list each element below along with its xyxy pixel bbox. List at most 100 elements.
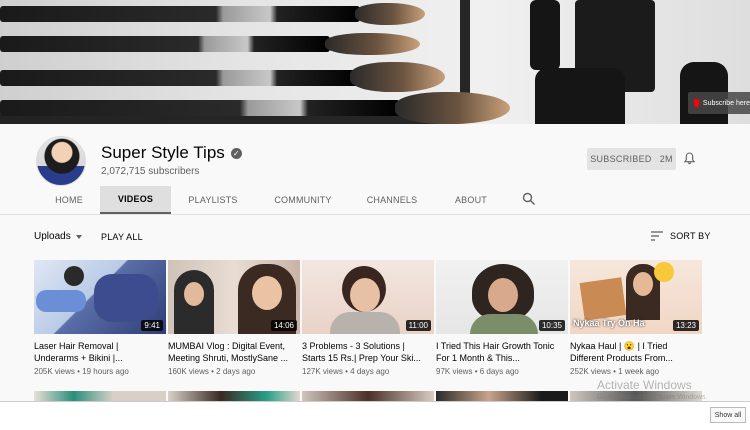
tab-home[interactable]: HOME [38,186,100,214]
video-age: 19 hours ago [82,367,129,376]
subscribed-button[interactable]: SUBSCRIBED 2M [587,148,676,170]
brush-decoration [0,36,330,52]
video-title-line: Starts 15 Rs.| Prep Your Ski... [302,353,421,363]
video-meta: 160K views • 2 days ago [168,367,256,376]
video-thumbnail[interactable]: 9:41 [34,260,166,334]
video-meta: 205K views • 19 hours ago [34,367,129,376]
video-duration: 9:41 [141,320,163,331]
thumbnail-figure [633,272,653,296]
thumbnail-figure [36,290,86,312]
play-all-button[interactable]: PLAY ALL [101,232,143,242]
thumbnail-caption: Nykaa Try On Ha [573,318,645,328]
tab-community[interactable]: COMMUNITY [255,186,351,214]
video-title-line: Meeting Shruti, MostlySane ... [168,353,289,363]
video-meta: 252K views • 1 week ago [570,367,660,376]
video-title[interactable]: Nykaa Haul | 😮 | I Tried Different Produ… [570,340,702,364]
video-views: 97K views [436,367,473,376]
video-views: 127K views [302,367,343,376]
banner-subscribe-link[interactable]: Subscribe here [688,92,750,114]
sort-by-button[interactable]: SORT BY [651,231,711,241]
sort-by-label: SORT BY [670,231,711,241]
brush-decoration [0,100,400,116]
video-duration: 13:23 [672,320,699,331]
video-age: 1 week ago [618,367,660,376]
tab-playlists[interactable]: PLAYLISTS [171,186,255,214]
uploads-dropdown[interactable]: Uploads [34,231,82,242]
channel-header: Super Style Tips ✓ 2,072,715 subscribers… [0,124,750,214]
video-meta: 127K views • 4 days ago [302,367,390,376]
video-title[interactable]: I Tried This Hair Growth Tonic For 1 Mon… [436,340,568,364]
youtube-logo-icon [694,99,699,107]
thumbnail-figure [488,278,518,312]
video-title[interactable]: 3 Problems - 3 Solutions | Starts 15 Rs.… [302,340,434,364]
video-title-line: Laser Hair Removal | [34,341,119,351]
video-thumbnail[interactable]: 10:35 [436,260,568,334]
video-meta: 97K views • 6 days ago [436,367,519,376]
video-title-line: For 1 Month & This... [436,353,520,363]
thumbnail-figure [470,314,538,334]
video-duration: 14:06 [270,320,297,331]
video-card[interactable]: 14:06 MUMBAI Vlog : Digital Event, Meeti… [168,260,300,376]
youtube-channel-page: Subscribe here Super Style Tips ✓ 2,072,… [0,0,750,430]
video-views: 252K views [570,367,611,376]
shocked-emoji-icon [654,262,674,282]
channel-avatar[interactable] [36,136,86,186]
caret-down-icon [75,234,82,239]
video-title-line: MUMBAI Vlog : Digital Event, [168,341,286,351]
video-title-line: Different Products From... [570,353,673,363]
video-title[interactable]: MUMBAI Vlog : Digital Event, Meeting Shr… [168,340,300,364]
tab-channels[interactable]: CHANNELS [351,186,433,214]
brush-bristle-decoration [350,62,445,92]
brush-bristle-decoration [355,3,425,25]
sort-icon [651,231,663,241]
uploads-label: Uploads [34,231,71,242]
thumbnail-figure [350,278,380,312]
video-age: 6 days ago [479,367,519,376]
video-card[interactable]: 10:35 I Tried This Hair Growth Tonic For… [436,260,568,376]
video-thumbnail[interactable]: 14:06 [168,260,300,334]
download-bar [0,401,750,430]
video-title-line: Underarms + Bikini |... [34,353,123,363]
tab-about[interactable]: ABOUT [433,186,509,214]
notification-bell-icon[interactable] [684,152,695,165]
video-views: 160K views [168,367,209,376]
subscribed-count: 2M [659,154,673,164]
video-duration: 11:00 [405,320,431,331]
brush-bristle-decoration [395,92,510,124]
video-thumbnail[interactable]: Nykaa Try On Ha 13:23 [570,260,702,334]
video-age: 2 days ago [216,367,256,376]
brush-decoration [0,70,360,86]
banner-subscribe-label: Subscribe here [702,99,750,107]
thumbnail-figure [579,277,627,321]
thumbnail-figure [252,276,282,310]
show-all-button[interactable]: Show all [710,407,746,423]
activate-windows-watermark: Activate Windows [597,378,692,392]
channel-tabs: HOME VIDEOS PLAYLISTS COMMUNITY CHANNELS… [38,186,509,214]
brush-decoration [0,6,360,22]
activate-windows-subtext: Go to Settings to activate Windows. [597,394,708,401]
cosmetic-jar-decoration [535,68,625,124]
channel-title: Super Style Tips ✓ [101,143,242,163]
video-card[interactable]: Nykaa Try On Ha 13:23 Nykaa Haul | 😮 | I… [570,260,702,376]
video-title[interactable]: Laser Hair Removal | Underarms + Bikini … [34,340,166,364]
cosmetic-jar-decoration [530,0,560,70]
brush-bristle-decoration [325,33,420,55]
video-card[interactable]: 11:00 3 Problems - 3 Solutions | Starts … [302,260,434,376]
channel-banner: Subscribe here [0,0,750,124]
search-icon[interactable] [522,192,536,206]
thumbnail-figure [94,274,158,322]
thumbnail-figure [330,312,400,334]
verified-check-icon: ✓ [230,147,242,159]
thumbnail-figure [64,266,84,286]
thumbnail-figure [184,282,204,306]
tab-videos[interactable]: VIDEOS [100,186,171,214]
subscribed-label: SUBSCRIBED [590,154,652,164]
video-card[interactable]: 9:41 Laser Hair Removal | Underarms + Bi… [34,260,166,376]
subscriber-count: 2,072,715 subscribers [101,166,200,177]
video-age: 4 days ago [350,367,390,376]
video-thumbnail[interactable]: 11:00 [302,260,434,334]
video-duration: 10:35 [538,320,565,331]
video-views: 205K views [34,367,75,376]
video-title-line: I Tried This Hair Growth Tonic [436,341,555,351]
header-divider [0,214,750,215]
